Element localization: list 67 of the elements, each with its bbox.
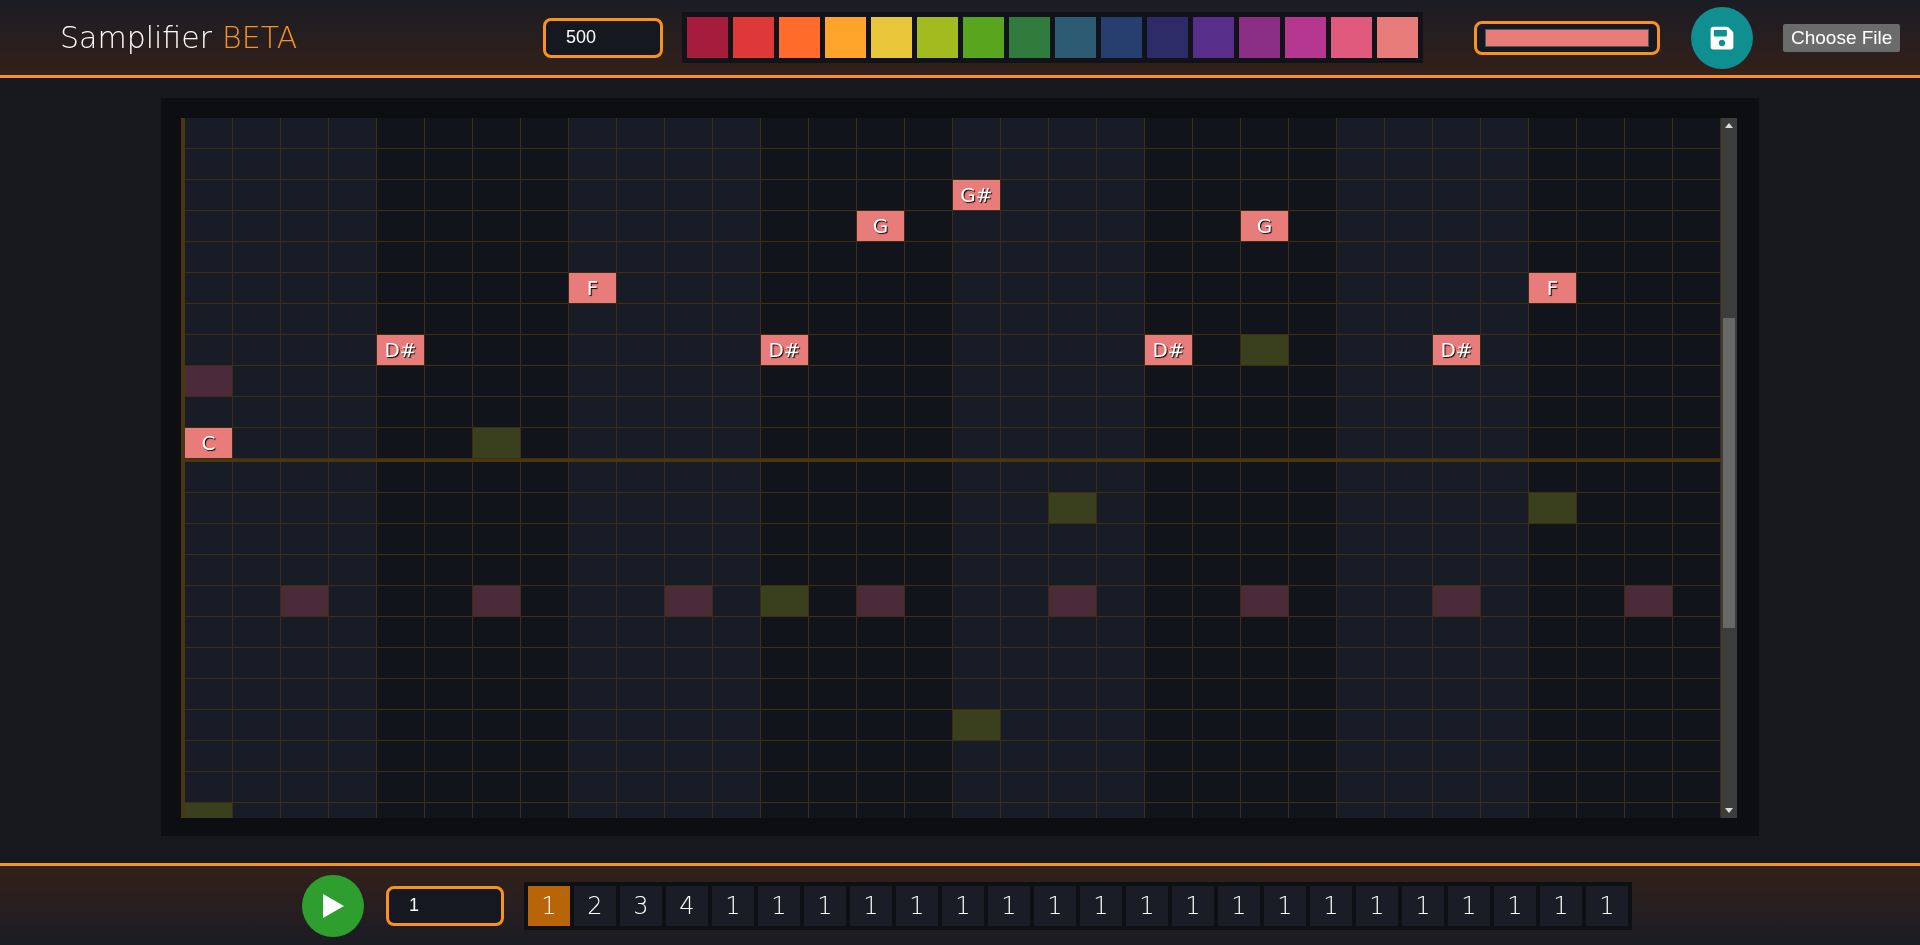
- step-button[interactable]: 2: [574, 885, 616, 926]
- choose-file-button[interactable]: Choose File: [1783, 23, 1901, 52]
- app-title: Samplifier: [60, 20, 213, 55]
- ghost-note-cell[interactable]: [1529, 493, 1577, 524]
- step-button[interactable]: 1: [804, 885, 846, 926]
- color-swatch[interactable]: [1147, 17, 1188, 58]
- save-icon: [1709, 24, 1735, 51]
- color-swatch[interactable]: [1193, 17, 1234, 58]
- ghost-note-cell[interactable]: [1625, 586, 1673, 617]
- color-swatch[interactable]: [963, 17, 1004, 58]
- step-button[interactable]: 1: [1172, 885, 1214, 926]
- ghost-note-cell[interactable]: [953, 710, 1001, 741]
- step-button[interactable]: 1: [850, 885, 892, 926]
- color-picker-field[interactable]: [1474, 20, 1660, 55]
- scrollbar[interactable]: [1721, 118, 1737, 818]
- step-button[interactable]: 1: [1218, 885, 1260, 926]
- color-swatch[interactable]: [687, 17, 728, 58]
- step-button[interactable]: 4: [666, 885, 708, 926]
- scroll-up-icon[interactable]: [1725, 123, 1733, 128]
- step-button[interactable]: 1: [712, 885, 754, 926]
- ghost-note-cell[interactable]: [1433, 586, 1481, 617]
- bar-input[interactable]: 1: [386, 885, 504, 926]
- step-button[interactable]: 1: [1586, 885, 1628, 926]
- step-button[interactable]: 1: [1126, 885, 1168, 926]
- step-button[interactable]: 1: [942, 885, 984, 926]
- step-button[interactable]: 1: [1034, 885, 1076, 926]
- ghost-note-cell[interactable]: [281, 586, 329, 617]
- ghost-note-cell[interactable]: [857, 586, 905, 617]
- ghost-note-cell[interactable]: [665, 586, 713, 617]
- color-swatch[interactable]: [917, 17, 958, 58]
- color-swatch[interactable]: [1009, 17, 1050, 58]
- tempo-input[interactable]: 500: [543, 17, 663, 58]
- step-button[interactable]: 3: [620, 885, 662, 926]
- step-button[interactable]: 1: [896, 885, 938, 926]
- step-button[interactable]: 1: [1494, 885, 1536, 926]
- ghost-note-cell[interactable]: [1241, 335, 1289, 366]
- step-button[interactable]: 1: [1264, 885, 1306, 926]
- ghost-note-cell[interactable]: [185, 366, 233, 397]
- play-icon: [321, 892, 345, 919]
- step-button[interactable]: 1: [528, 885, 570, 926]
- ghost-note-cell[interactable]: [1049, 586, 1097, 617]
- step-button[interactable]: 1: [1080, 885, 1122, 926]
- ghost-note-cell[interactable]: [761, 586, 809, 617]
- step-button[interactable]: 1: [758, 885, 800, 926]
- color-swatch[interactable]: [779, 17, 820, 58]
- step-button[interactable]: 1: [1402, 885, 1444, 926]
- color-swatch[interactable]: [825, 17, 866, 58]
- step-button[interactable]: 1: [988, 885, 1030, 926]
- step-button[interactable]: 1: [1540, 885, 1582, 926]
- step-button[interactable]: 1: [1310, 885, 1352, 926]
- ghost-note-cell[interactable]: [1241, 586, 1289, 617]
- scrollbar-thumb[interactable]: [1723, 318, 1735, 628]
- beta-label: BETA: [222, 20, 298, 55]
- color-swatch[interactable]: [1239, 17, 1280, 58]
- color-swatch[interactable]: [1331, 17, 1372, 58]
- color-swatch[interactable]: [1055, 17, 1096, 58]
- step-button[interactable]: 1: [1448, 885, 1490, 926]
- color-swatch[interactable]: [871, 17, 912, 58]
- color-swatch[interactable]: [733, 17, 774, 58]
- step-button[interactable]: 1: [1356, 885, 1398, 926]
- color-swatch[interactable]: [1377, 17, 1418, 58]
- ghost-note-cell[interactable]: [473, 428, 521, 459]
- ghost-note-cell[interactable]: [473, 586, 521, 617]
- scroll-down-icon[interactable]: [1725, 808, 1733, 813]
- ghost-note-cell[interactable]: [1049, 493, 1097, 524]
- color-swatch[interactable]: [1285, 17, 1326, 58]
- color-swatch[interactable]: [1101, 17, 1142, 58]
